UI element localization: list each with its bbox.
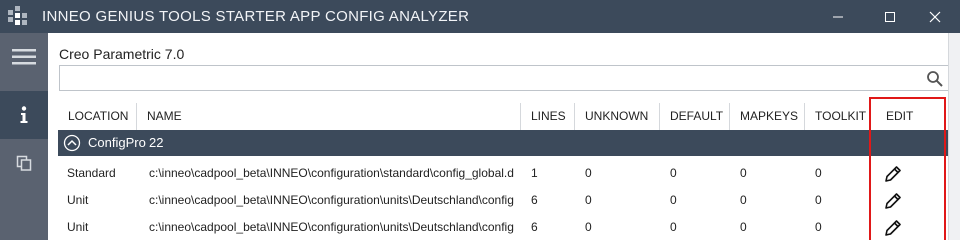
- cell-toolkit: 0: [815, 193, 822, 207]
- close-icon: [929, 11, 941, 22]
- group-name: ConfigPro: [88, 135, 146, 150]
- cell-unknown: 0: [585, 193, 592, 207]
- cell-name: c:\inneo\cadpool_beta\INNEO\configuratio…: [149, 193, 514, 207]
- column-header-mapkeys[interactable]: MAPKEYS: [730, 103, 805, 130]
- cell-unknown: 0: [585, 166, 592, 180]
- title-bar: INNEO GENIUS TOOLS STARTER APP CONFIG AN…: [0, 0, 960, 33]
- group-row-configpro[interactable]: ConfigPro 22: [58, 130, 948, 156]
- cell-mapkeys: 0: [740, 166, 747, 180]
- hamburger-menu-icon: [12, 49, 36, 65]
- product-label: Creo Parametric 7.0: [59, 46, 185, 62]
- table-row[interactable]: Unit c:\inneo\cadpool_beta\INNEO\configu…: [58, 187, 948, 214]
- cell-default: 0: [670, 166, 677, 180]
- edit-column-highlight: [869, 97, 946, 240]
- search-input[interactable]: [60, 66, 920, 90]
- cell-location: Unit: [67, 220, 89, 234]
- cell-name: c:\inneo\cadpool_beta\INNEO\configuratio…: [149, 166, 514, 180]
- maximize-button[interactable]: [870, 0, 910, 33]
- search-icon[interactable]: [926, 70, 944, 88]
- table-row[interactable]: Standard c:\inneo\cadpool_beta\INNEO\con…: [58, 160, 948, 187]
- sidebar: [0, 33, 48, 240]
- minimize-button[interactable]: [818, 0, 858, 33]
- cell-lines: 1: [531, 166, 538, 180]
- close-button[interactable]: [915, 0, 955, 33]
- cell-unknown: 0: [585, 220, 592, 234]
- sidebar-item-copy[interactable]: [0, 139, 48, 187]
- table-header: LOCATION NAME LINES UNKNOWN DEFAULT MAPK…: [58, 103, 948, 130]
- vertical-scrollbar[interactable]: [948, 33, 960, 240]
- column-header-name[interactable]: NAME: [137, 103, 521, 130]
- cell-mapkeys: 0: [740, 220, 747, 234]
- cell-name: c:\inneo\cadpool_beta\INNEO\configuratio…: [149, 220, 514, 234]
- cell-toolkit: 0: [815, 220, 822, 234]
- sidebar-item-info[interactable]: [0, 91, 48, 139]
- main-panel: Creo Parametric 7.0 LOCATION NAME LINES …: [48, 33, 960, 240]
- cell-toolkit: 0: [815, 166, 822, 180]
- column-header-location[interactable]: LOCATION: [58, 103, 137, 130]
- search-box[interactable]: [59, 65, 949, 91]
- cell-lines: 6: [531, 193, 538, 207]
- cell-default: 0: [670, 193, 677, 207]
- column-header-unknown[interactable]: UNKNOWN: [575, 103, 660, 130]
- cell-location: Unit: [67, 193, 89, 207]
- cell-mapkeys: 0: [740, 193, 747, 207]
- app-logo-icon: [8, 6, 27, 25]
- column-header-default[interactable]: DEFAULT: [660, 103, 730, 130]
- group-count: 22: [149, 135, 164, 150]
- table-row[interactable]: Unit c:\inneo\cadpool_beta\INNEO\configu…: [58, 214, 948, 240]
- sidebar-menu-button[interactable]: [0, 33, 48, 81]
- copy-icon: [16, 155, 32, 171]
- window-title: INNEO GENIUS TOOLS STARTER APP CONFIG AN…: [42, 8, 470, 25]
- info-icon: [20, 106, 28, 123]
- column-header-toolkit[interactable]: TOOLKIT: [805, 103, 870, 130]
- minimize-icon: [833, 16, 843, 17]
- collapse-chevron-up-icon[interactable]: [63, 134, 81, 152]
- cell-default: 0: [670, 220, 677, 234]
- maximize-icon: [885, 11, 895, 22]
- cell-location: Standard: [67, 166, 116, 180]
- column-header-lines[interactable]: LINES: [521, 103, 575, 130]
- cell-lines: 6: [531, 220, 538, 234]
